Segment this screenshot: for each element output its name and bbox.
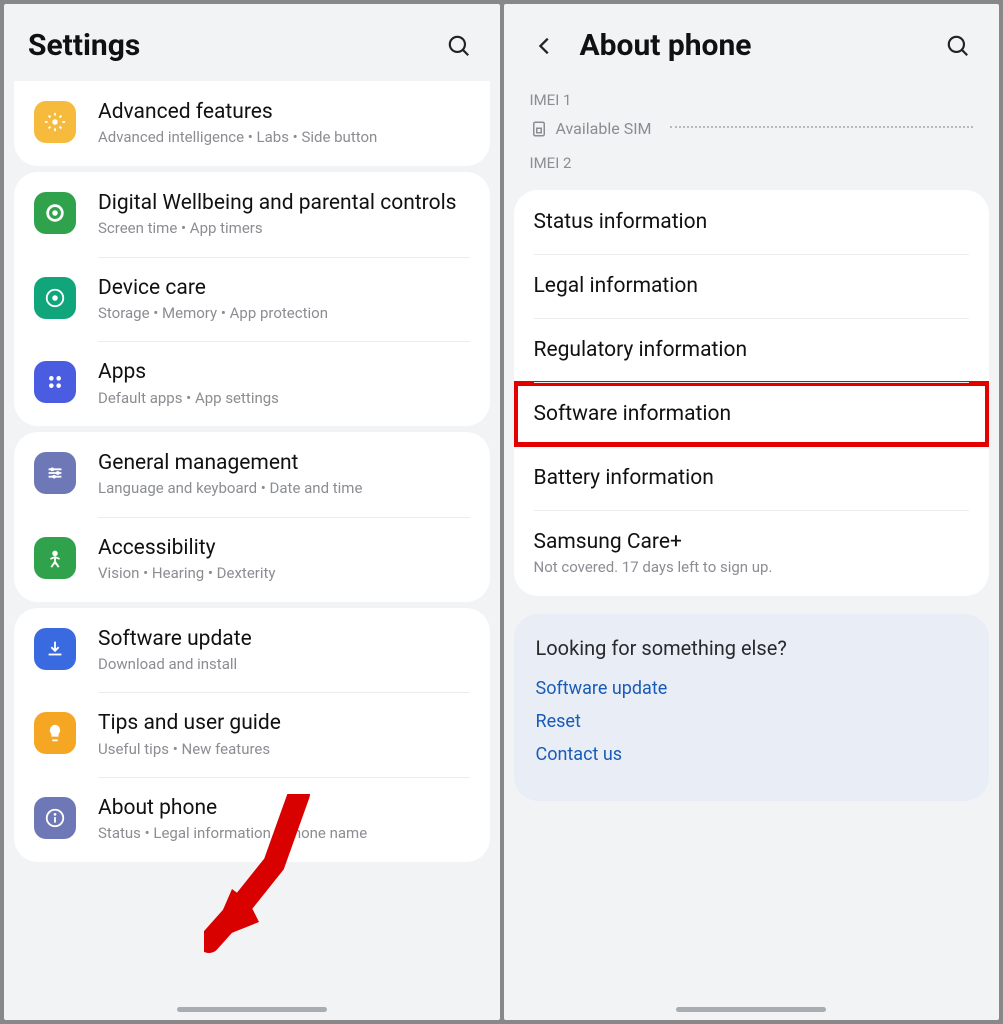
else-link-contact-us[interactable]: Contact us — [536, 744, 968, 765]
settings-group: Digital Wellbeing and parental controls S… — [14, 172, 490, 426]
else-link-software-update[interactable]: Software update — [536, 678, 968, 699]
settings-item-subtitle: Useful tips • New features — [98, 740, 470, 760]
bulb-icon-container — [34, 712, 76, 754]
about-header: About phone — [504, 4, 1000, 81]
about-item-battery-information[interactable]: Battery information — [514, 446, 990, 510]
settings-item-apps[interactable]: Apps Default apps • App settings — [14, 341, 490, 426]
back-button[interactable] — [528, 29, 562, 63]
bulb-icon — [44, 722, 66, 744]
gear-icon-container — [34, 101, 76, 143]
imei1-label: IMEI 1 — [504, 91, 1000, 109]
search-icon — [945, 33, 971, 59]
ring-icon-container — [34, 192, 76, 234]
settings-item-title: Advanced features — [98, 99, 470, 125]
home-indicator[interactable] — [177, 1007, 327, 1012]
settings-header: Settings — [4, 4, 500, 81]
about-item-title: Status information — [534, 210, 970, 234]
settings-item-subtitle: Language and keyboard • Date and time — [98, 479, 470, 499]
download-icon-container — [34, 628, 76, 670]
settings-screen: Settings Advanced features Advanced intel… — [4, 4, 500, 1020]
about-item-regulatory-information[interactable]: Regulatory information — [514, 318, 990, 382]
sliders-icon — [44, 462, 66, 484]
about-phone-screen: About phone IMEI 1 Available SIM IMEI 2 … — [504, 4, 1000, 1020]
about-item-software-information[interactable]: Software information — [514, 382, 990, 446]
settings-item-tips-and-user-guide[interactable]: Tips and user guide Useful tips • New fea… — [14, 692, 490, 777]
about-item-title: Legal information — [534, 274, 970, 298]
settings-item-about-phone[interactable]: About phone Status • Legal information • … — [14, 777, 490, 862]
settings-group: Software update Download and install Tips … — [14, 608, 490, 862]
settings-item-title: Apps — [98, 359, 470, 385]
page-title: About phone — [580, 28, 942, 63]
settings-item-subtitle: Advanced intelligence • Labs • Side butt… — [98, 128, 470, 148]
settings-item-subtitle: Default apps • App settings — [98, 389, 470, 409]
settings-item-advanced-features[interactable]: Advanced features Advanced intelligence •… — [14, 81, 490, 166]
page-title: Settings — [28, 28, 442, 63]
about-item-title: Regulatory information — [534, 338, 970, 362]
target-icon — [44, 287, 66, 309]
info-icon — [44, 807, 66, 829]
settings-item-title: Tips and user guide — [98, 710, 470, 736]
about-info-list: Status information Legal information Regul… — [514, 190, 990, 596]
about-item-subtitle: Not covered. 17 days left to sign up. — [534, 558, 970, 576]
settings-group: General management Language and keyboard … — [14, 432, 490, 602]
imei2-label: IMEI 2 — [504, 154, 1000, 172]
person-icon-container — [34, 537, 76, 579]
settings-item-title: Device care — [98, 275, 470, 301]
about-item-status-information[interactable]: Status information — [514, 190, 990, 254]
settings-item-title: About phone — [98, 795, 470, 821]
target-icon-container — [34, 277, 76, 319]
about-item-samsung-care[interactable]: Samsung Care+ Not covered. 17 days left t… — [514, 510, 990, 596]
sliders-icon-container — [34, 452, 76, 494]
settings-item-subtitle: Screen time • App timers — [98, 219, 470, 239]
available-sim-label: Available SIM — [556, 119, 652, 138]
search-button[interactable] — [442, 29, 476, 63]
person-icon — [44, 547, 66, 569]
looking-else-card: Looking for something else? Software upd… — [514, 614, 990, 801]
download-icon — [44, 638, 66, 660]
else-link-reset[interactable]: Reset — [536, 711, 968, 732]
settings-item-subtitle: Download and install — [98, 655, 470, 675]
settings-item-title: General management — [98, 450, 470, 476]
dotted-divider — [670, 126, 973, 128]
settings-item-title: Software update — [98, 626, 470, 652]
grid4-icon-container — [34, 361, 76, 403]
settings-group: Advanced features Advanced intelligence •… — [14, 81, 490, 166]
chevron-left-icon — [534, 35, 556, 57]
sim-icon — [530, 120, 548, 138]
search-icon — [446, 33, 472, 59]
settings-item-general-management[interactable]: General management Language and keyboard … — [14, 432, 490, 517]
settings-item-title: Accessibility — [98, 535, 470, 561]
gear-icon — [44, 111, 66, 133]
about-item-title: Samsung Care+ — [534, 530, 970, 554]
settings-item-accessibility[interactable]: Accessibility Vision • Hearing • Dexterit… — [14, 517, 490, 602]
about-item-title: Software information — [534, 402, 970, 426]
settings-item-digital-wellbeing-and-parental-controls[interactable]: Digital Wellbeing and parental controls S… — [14, 172, 490, 257]
about-item-title: Battery information — [534, 466, 970, 490]
ring-icon — [44, 202, 66, 224]
search-button[interactable] — [941, 29, 975, 63]
info-icon-container — [34, 797, 76, 839]
settings-item-subtitle: Vision • Hearing • Dexterity — [98, 564, 470, 584]
grid4-icon — [44, 371, 66, 393]
available-sim-row[interactable]: Available SIM — [504, 109, 1000, 148]
home-indicator[interactable] — [676, 1007, 826, 1012]
settings-item-title: Digital Wellbeing and parental controls — [98, 190, 470, 216]
settings-item-device-care[interactable]: Device care Storage • Memory • App protec… — [14, 257, 490, 342]
settings-item-subtitle: Status • Legal information • Phone name — [98, 824, 470, 844]
settings-item-subtitle: Storage • Memory • App protection — [98, 304, 470, 324]
about-item-legal-information[interactable]: Legal information — [514, 254, 990, 318]
settings-item-software-update[interactable]: Software update Download and install — [14, 608, 490, 693]
looking-else-heading: Looking for something else? — [536, 636, 968, 660]
